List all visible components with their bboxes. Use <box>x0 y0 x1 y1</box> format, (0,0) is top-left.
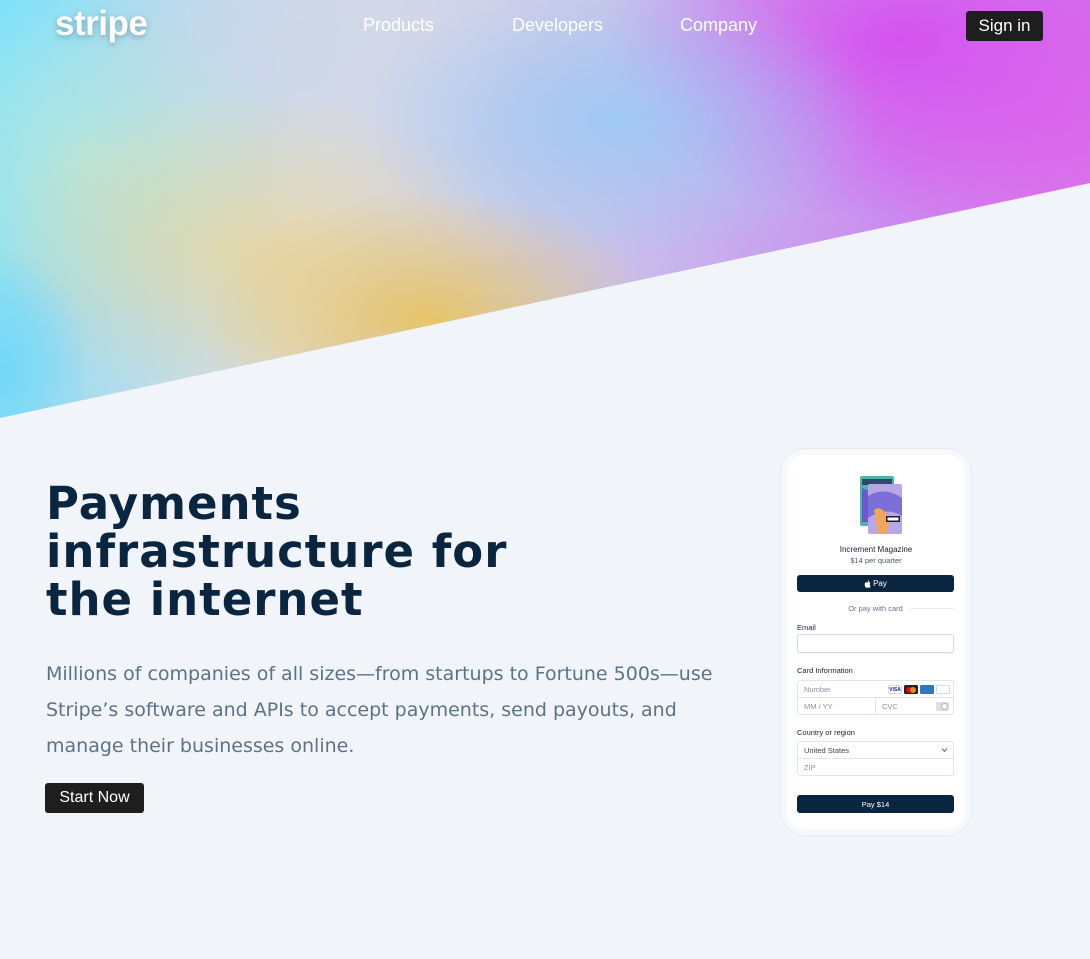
start-now-button[interactable]: Start Now <box>45 783 144 813</box>
pay-button[interactable]: Pay $14 <box>797 795 954 813</box>
sign-in-button[interactable]: Sign in <box>966 11 1043 41</box>
pay-with-card-divider: Or pay with card <box>848 604 903 613</box>
country-label: Country or region <box>797 728 855 737</box>
card-brand-icons: VISA <box>888 685 950 694</box>
checkout-screen: Increment Magazine $14 per quarter Pay O… <box>787 455 965 829</box>
card-information-label: Card Information <box>797 666 853 675</box>
cvc-field[interactable]: CVC <box>875 697 954 715</box>
apple-pay-label: Pay <box>873 579 887 588</box>
expiry-field[interactable]: MM / YY <box>797 697 876 715</box>
nav-link-products[interactable]: Products <box>363 15 434 36</box>
email-label: Email <box>797 623 816 632</box>
nav-link-company[interactable]: Company <box>680 15 757 36</box>
country-select[interactable]: United States <box>797 741 954 759</box>
card-number-field[interactable]: Number VISA <box>797 680 954 698</box>
visa-icon: VISA <box>888 685 902 694</box>
mastercard-icon <box>904 685 918 694</box>
email-field[interactable] <box>797 634 954 653</box>
card-number-placeholder: Number <box>804 685 831 694</box>
stripe-logo[interactable]: stripe <box>55 4 148 44</box>
zip-placeholder: ZIP <box>804 763 816 772</box>
magazine-cover-image <box>860 476 902 534</box>
checkout-phone-mockup: Increment Magazine $14 per quarter Pay O… <box>781 449 971 835</box>
apple-pay-button[interactable]: Pay <box>797 575 954 592</box>
hero-description: Millions of companies of all sizes—from … <box>46 663 713 757</box>
cvc-card-icon <box>936 702 949 711</box>
cvc-placeholder: CVC <box>882 702 898 711</box>
hero-title: Payments infrastructure for the internet <box>46 477 508 626</box>
amex-icon <box>920 685 934 694</box>
country-value: United States <box>804 746 850 755</box>
apple-icon <box>864 579 871 588</box>
chevron-down-icon <box>941 748 948 753</box>
discover-icon <box>936 685 950 694</box>
product-price: $14 per quarter <box>850 556 902 565</box>
hero-gradient-background <box>0 0 1090 418</box>
expiry-placeholder: MM / YY <box>804 702 833 711</box>
nav-link-developers[interactable]: Developers <box>512 15 603 36</box>
zip-field[interactable]: ZIP <box>797 758 954 776</box>
product-name: Increment Magazine <box>839 545 913 554</box>
